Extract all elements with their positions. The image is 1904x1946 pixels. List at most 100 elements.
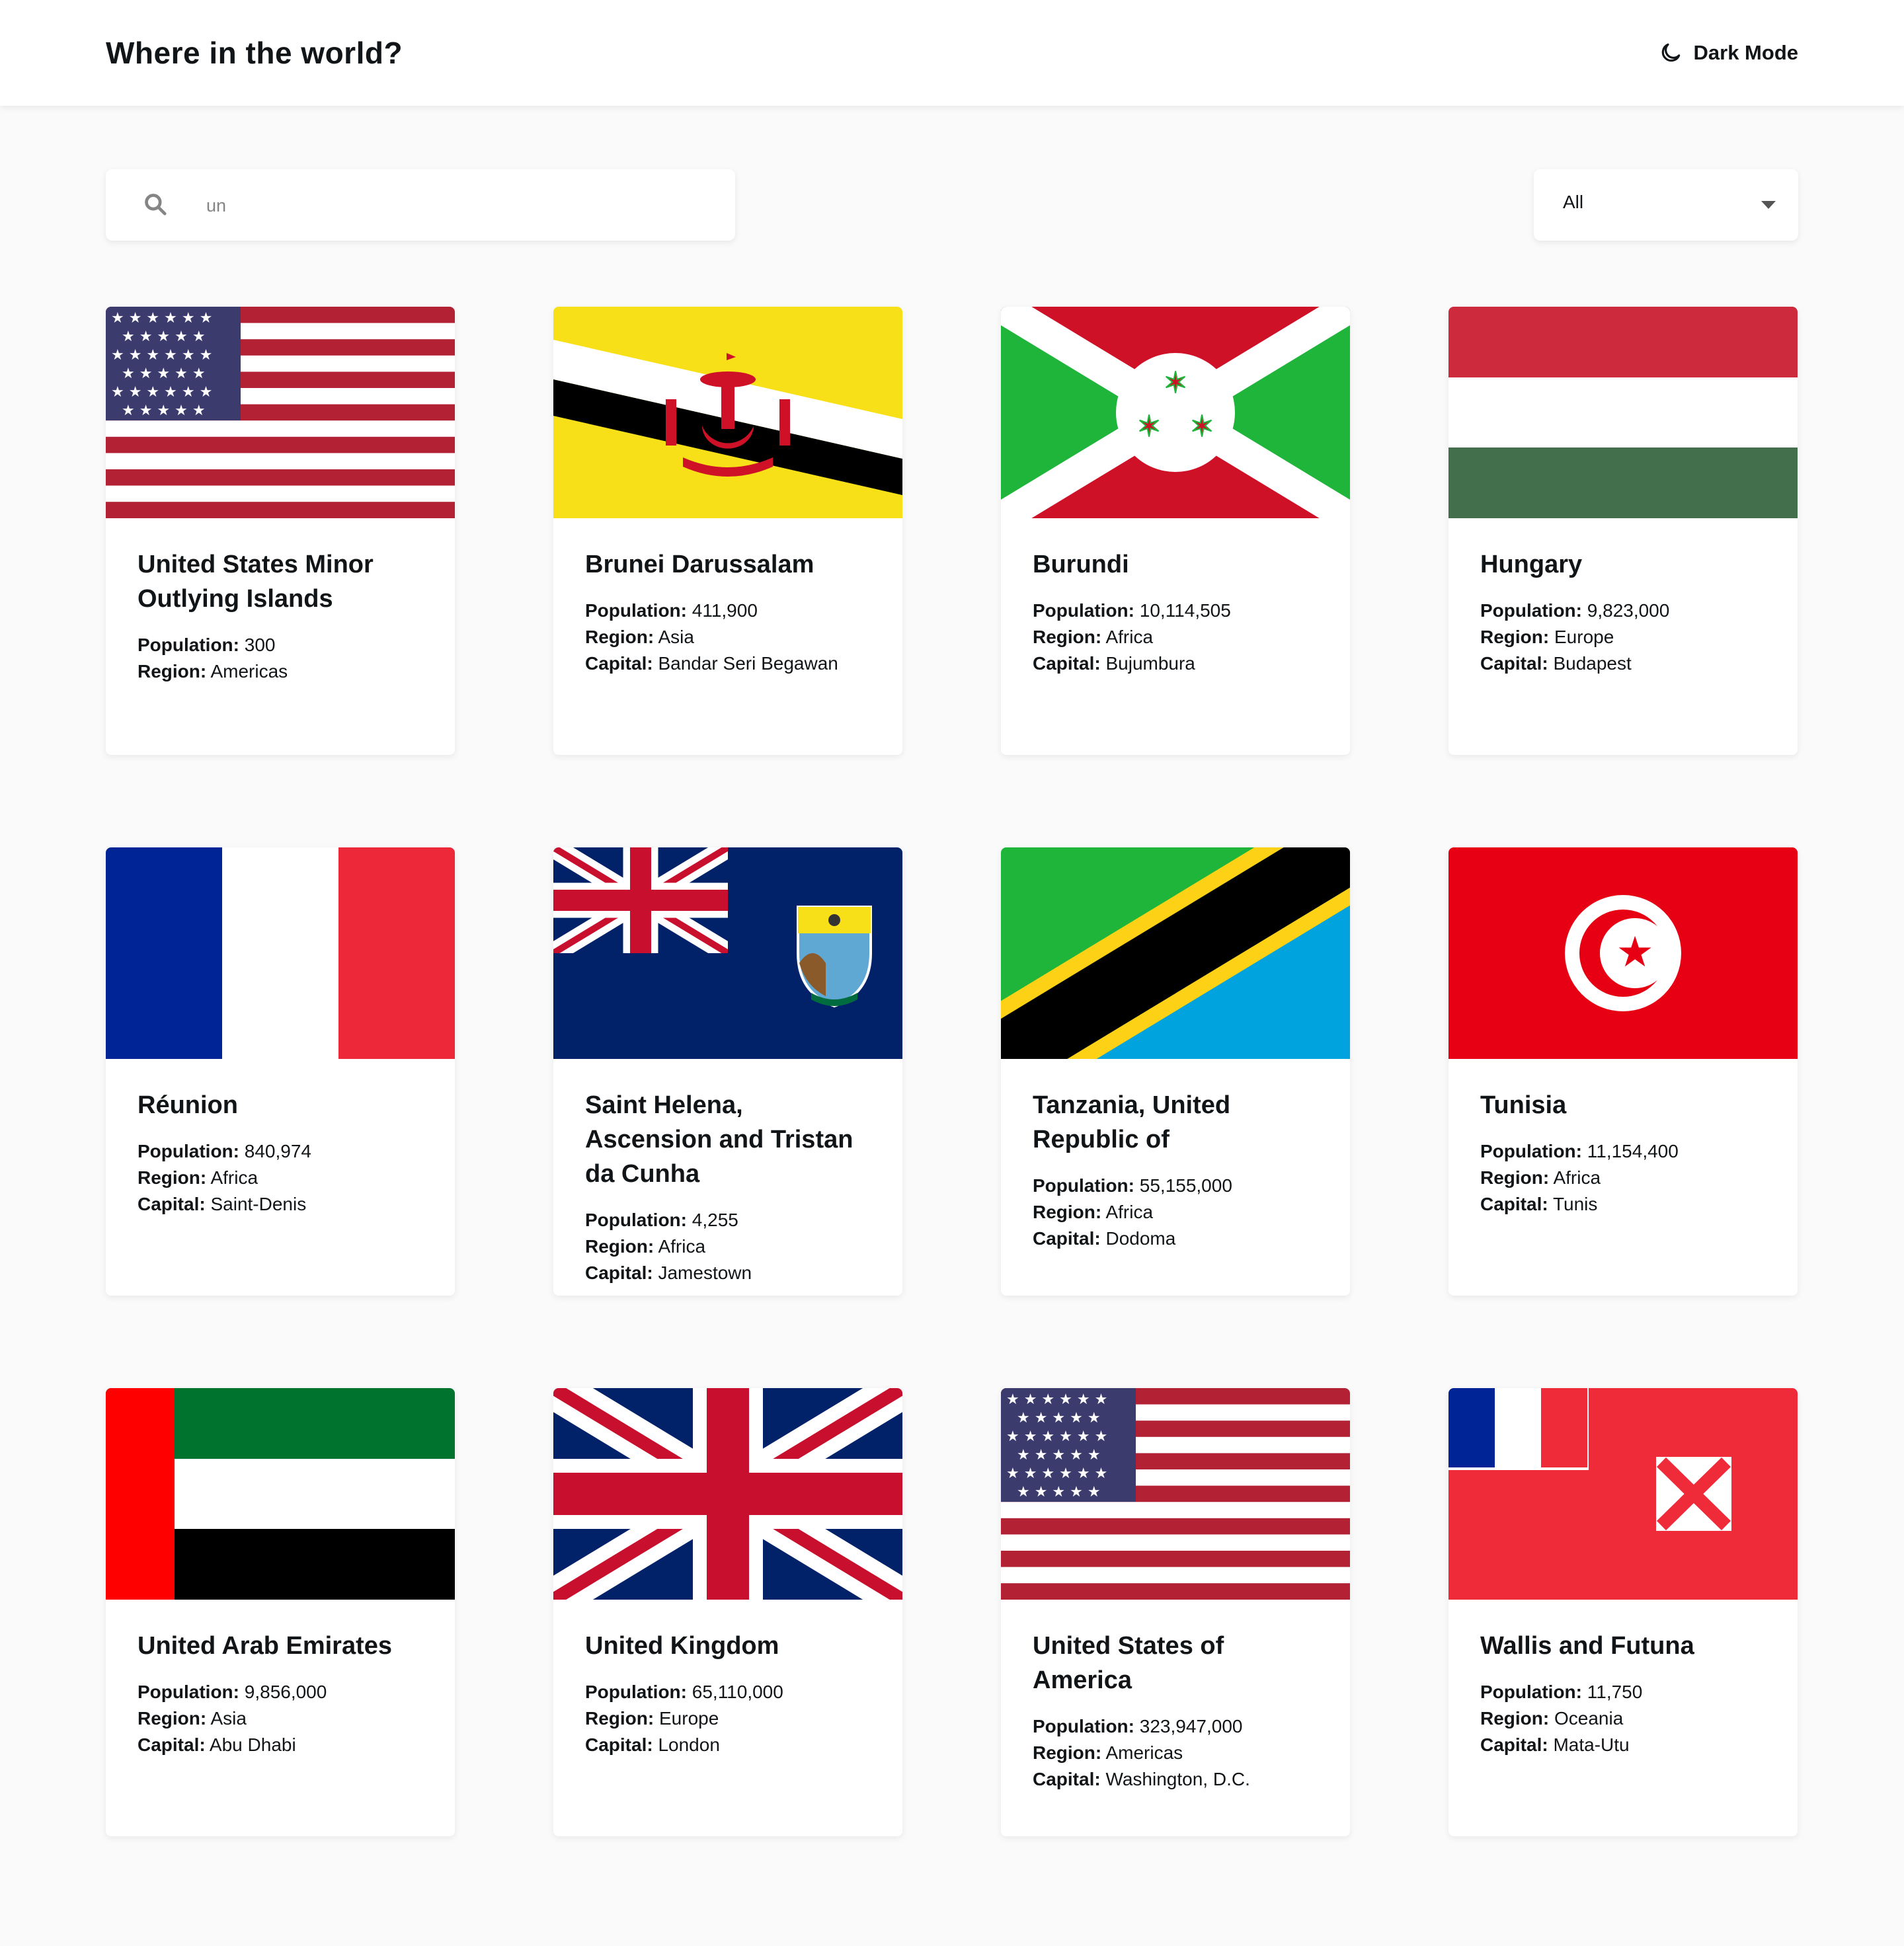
- capital-label: Capital:: [1480, 1734, 1548, 1755]
- flag-image: [106, 1388, 455, 1600]
- capital-stat: Capital: Dodoma: [1033, 1226, 1318, 1252]
- country-card[interactable]: Tanzania, United Republic of Population:…: [1001, 847, 1350, 1296]
- population-value: 11,750: [1587, 1682, 1643, 1702]
- capital-value: Budapest: [1553, 653, 1632, 674]
- population-label: Population:: [1033, 1175, 1134, 1196]
- flag-image: [1448, 1388, 1798, 1600]
- search-box[interactable]: [106, 169, 735, 241]
- country-name: Réunion: [138, 1091, 238, 1119]
- capital-value: Washington, D.C.: [1105, 1769, 1250, 1789]
- region-filter-value: All: [1563, 192, 1584, 212]
- country-card[interactable]: United Arab Emirates Population: 9,856,0…: [106, 1388, 455, 1836]
- region-stat: Region: Asia: [585, 624, 871, 650]
- capital-value: Abu Dhabi: [209, 1734, 296, 1755]
- capital-value: Jamestown: [658, 1263, 752, 1283]
- flag-image: [106, 847, 455, 1059]
- country-name: United Arab Emirates: [138, 1632, 393, 1660]
- country-name: Wallis and Futuna: [1480, 1632, 1694, 1660]
- population-stat: Population: 55,155,000: [1033, 1173, 1318, 1199]
- population-value: 4,255: [692, 1210, 738, 1230]
- country-card[interactable]: ✶ ✶ ✶ Burundi Population: 10,114,505 Regio…: [1001, 307, 1350, 755]
- dark-mode-label: Dark Mode: [1693, 41, 1798, 64]
- population-label: Population:: [585, 600, 687, 621]
- population-stat: Population: 65,110,000: [585, 1679, 871, 1705]
- capital-stat: Capital: Tunis: [1480, 1191, 1766, 1218]
- region-label: Region:: [585, 627, 654, 647]
- region-label: Region:: [585, 1236, 654, 1257]
- region-value: Africa: [1105, 1202, 1154, 1222]
- country-card[interactable]: United States Minor Outlying Islands Pop…: [106, 307, 455, 755]
- capital-stat: Capital: London: [585, 1732, 871, 1758]
- capital-stat: Capital: Bandar Seri Begawan: [585, 650, 871, 677]
- country-card[interactable]: Brunei Darussalam Population: 411,900 Re…: [553, 307, 902, 755]
- capital-value: Tunis: [1552, 1194, 1598, 1214]
- region-stat: Region: Americas: [138, 658, 423, 685]
- region-value: Africa: [1553, 1167, 1601, 1188]
- country-card[interactable]: ★ Tunisia Population: 11,154,400 Region:…: [1448, 847, 1798, 1296]
- caret-down-icon: [1761, 201, 1776, 209]
- region-value: Americas: [1105, 1742, 1183, 1763]
- population-label: Population:: [1480, 1141, 1582, 1161]
- flag-image: [106, 307, 455, 518]
- svg-text:✶: ✶: [1190, 410, 1214, 444]
- dark-mode-toggle[interactable]: Dark Mode: [1658, 33, 1798, 73]
- capital-stat: Capital: Mata-Utu: [1480, 1732, 1766, 1758]
- region-filter-dropdown[interactable]: All: [1534, 169, 1798, 241]
- capital-label: Capital:: [1033, 1228, 1101, 1249]
- country-name: Brunei Darussalam: [585, 551, 814, 578]
- capital-label: Capital:: [1033, 653, 1101, 674]
- region-label: Region:: [138, 1708, 207, 1729]
- population-stat: Population: 323,947,000: [1033, 1713, 1318, 1740]
- region-label: Region:: [138, 661, 207, 681]
- region-label: Region:: [1480, 1167, 1550, 1188]
- country-card[interactable]: Saint Helena, Ascension and Tristan da C…: [553, 847, 902, 1296]
- svg-text:✶: ✶: [1137, 410, 1162, 444]
- population-stat: Population: 300: [138, 632, 423, 658]
- capital-label: Capital:: [585, 653, 653, 674]
- population-stat: Population: 10,114,505: [1033, 598, 1318, 624]
- region-value: Oceania: [1554, 1708, 1624, 1729]
- population-label: Population:: [1033, 600, 1134, 621]
- capital-label: Capital:: [585, 1263, 653, 1283]
- region-value: Europe: [1554, 627, 1614, 647]
- region-value: Asia: [210, 1708, 247, 1729]
- population-stat: Population: 9,856,000: [138, 1679, 423, 1705]
- population-label: Population:: [1480, 1682, 1582, 1702]
- search-input[interactable]: [205, 185, 710, 226]
- population-value: 9,823,000: [1587, 600, 1670, 621]
- country-card[interactable]: Hungary Population: 9,823,000 Region: Eu…: [1448, 307, 1798, 755]
- population-label: Population:: [585, 1682, 687, 1702]
- app-header: Where in the world? Dark Mode: [0, 0, 1904, 106]
- capital-value: Bandar Seri Begawan: [658, 653, 838, 674]
- region-stat: Region: Americas: [1033, 1740, 1318, 1766]
- population-label: Population:: [138, 1682, 239, 1702]
- region-value: Americas: [210, 661, 288, 681]
- region-label: Region:: [1033, 1202, 1102, 1222]
- population-stat: Population: 411,900: [585, 598, 871, 624]
- country-card[interactable]: United States of America Population: 323…: [1001, 1388, 1350, 1836]
- flag-image: [553, 1388, 902, 1600]
- flag-image: [553, 307, 902, 518]
- region-stat: Region: Europe: [585, 1705, 871, 1732]
- country-name: United States of America: [1033, 1632, 1224, 1694]
- population-label: Population:: [1480, 600, 1582, 621]
- country-card[interactable]: Wallis and Futuna Population: 11,750 Reg…: [1448, 1388, 1798, 1836]
- flag-image: [553, 847, 902, 1059]
- capital-label: Capital:: [1480, 1194, 1548, 1214]
- country-card[interactable]: Réunion Population: 840,974 Region: Afri…: [106, 847, 455, 1296]
- capital-stat: Capital: Jamestown: [585, 1260, 871, 1286]
- population-stat: Population: 9,823,000: [1480, 598, 1766, 624]
- population-value: 11,154,400: [1587, 1141, 1679, 1161]
- region-stat: Region: Oceania: [1480, 1705, 1766, 1732]
- population-stat: Population: 11,154,400: [1480, 1138, 1766, 1165]
- app-title: Where in the world?: [106, 36, 403, 70]
- flag-image: ✶✶ ✶: [1001, 307, 1350, 518]
- capital-stat: Capital: Abu Dhabi: [138, 1732, 423, 1758]
- flag-image: [1448, 307, 1798, 518]
- capital-stat: Capital: Bujumbura: [1033, 650, 1318, 677]
- region-stat: Region: Africa: [1480, 1165, 1766, 1191]
- country-card[interactable]: United Kingdom Population: 65,110,000 Re…: [553, 1388, 902, 1836]
- region-stat: Region: Africa: [138, 1165, 423, 1191]
- country-name: Burundi: [1033, 551, 1129, 578]
- region-label: Region:: [138, 1167, 207, 1188]
